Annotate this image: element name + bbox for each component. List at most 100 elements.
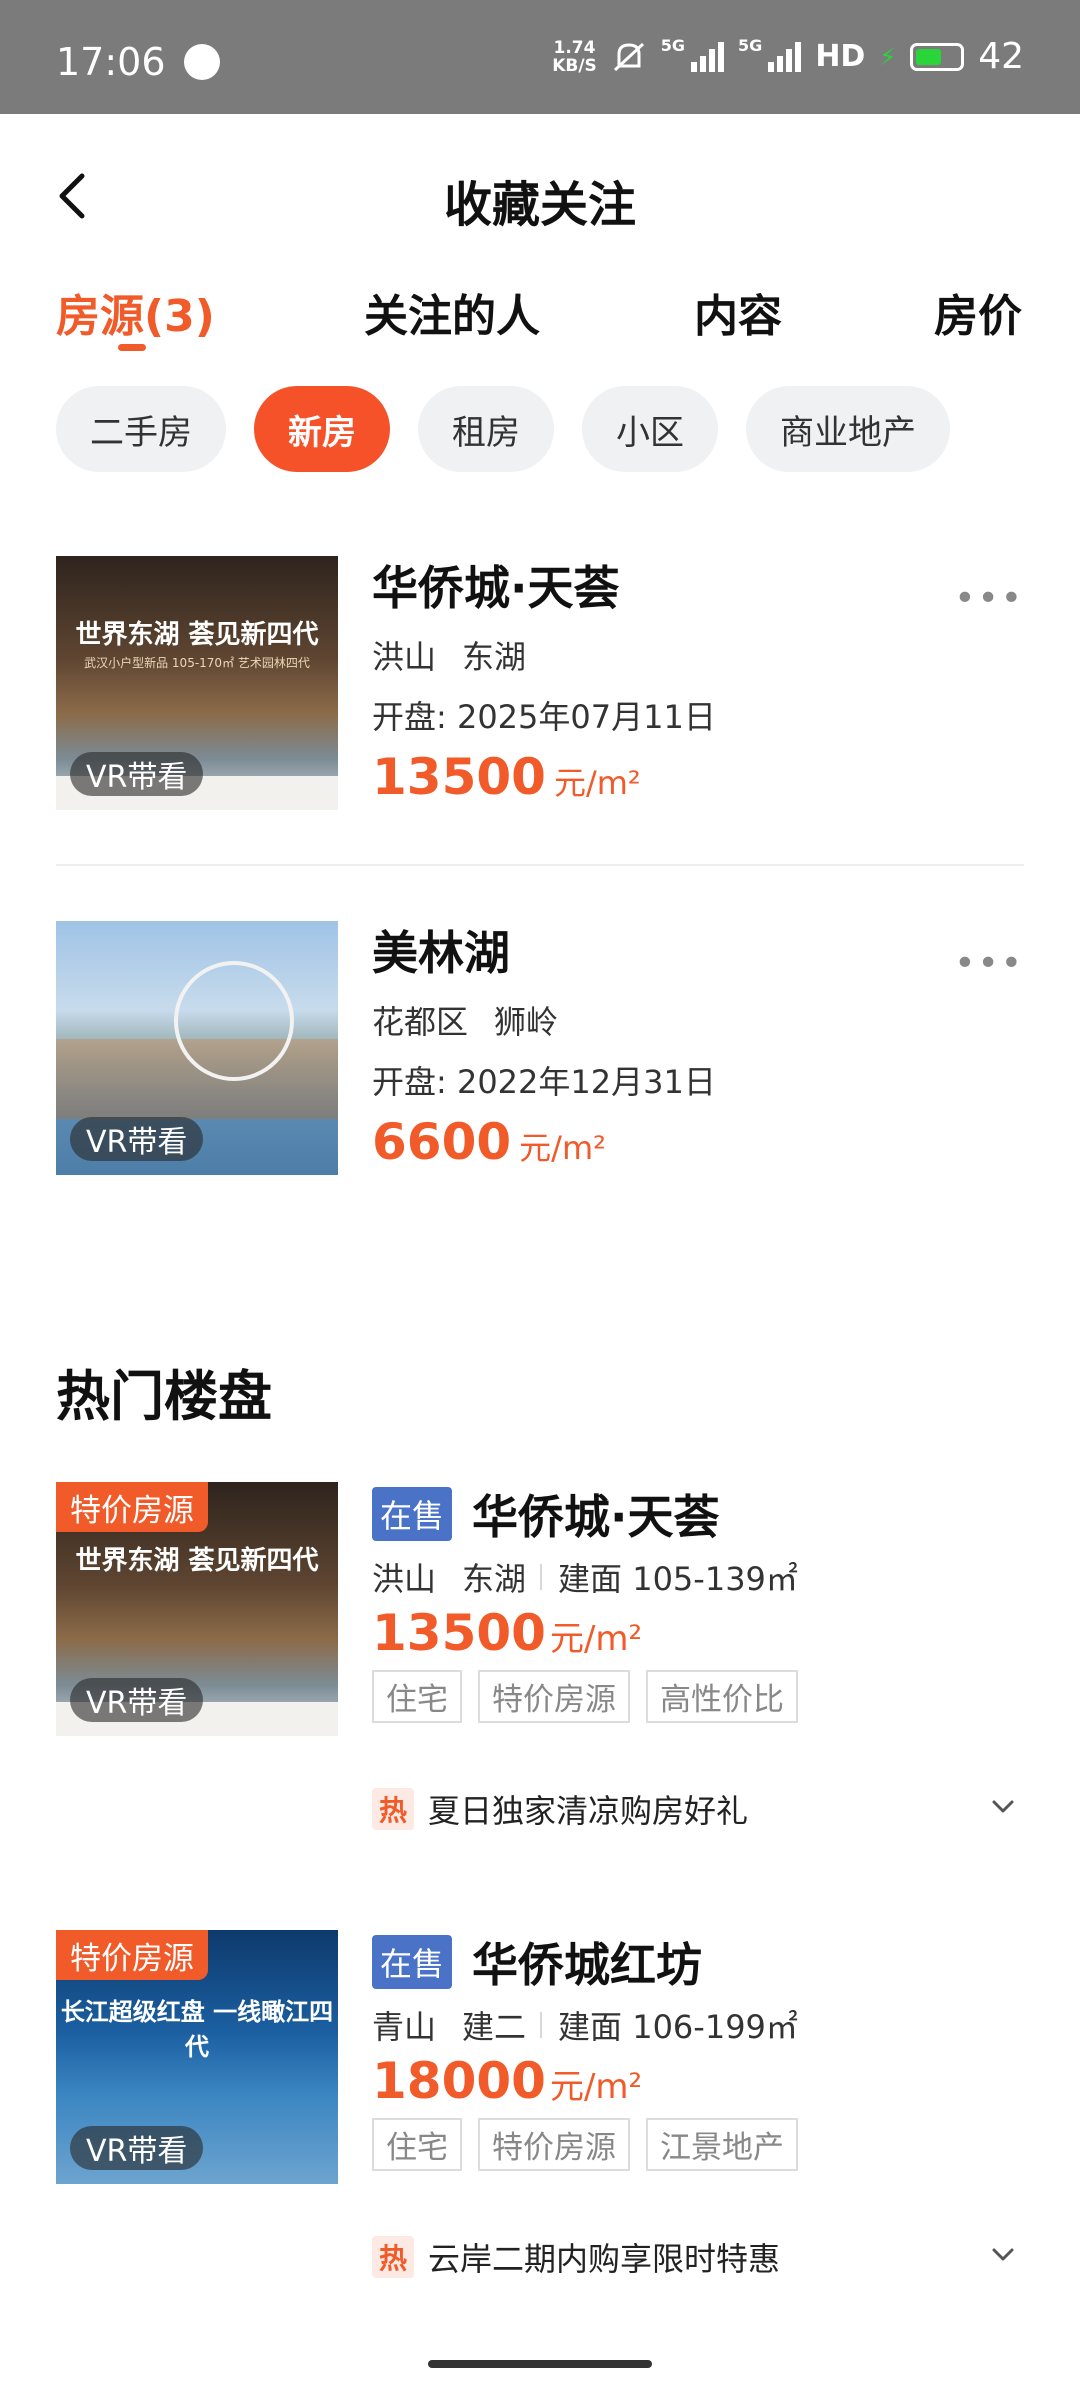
listing-tag: 特价房源 (478, 2118, 630, 2171)
hot-listing-item[interactable]: 长江超级红盘 一线瞰江四代 特价房源 VR带看 在售 华侨城红坊 青山 建二 建… (56, 1930, 1024, 2350)
price-value: 13500 (372, 748, 546, 806)
listing-name: 华侨城·天荟 (472, 1490, 720, 1544)
listing-info: 华侨城·天荟 洪山 东湖 开盘: 2025年07月11日 13500 元/m² (372, 556, 1024, 806)
vr-tour-badge[interactable]: VR带看 (70, 1678, 204, 1722)
page-title: 收藏关注 (443, 177, 636, 233)
listing-name: 华侨城·天荟 (372, 561, 620, 615)
filter-new-home[interactable]: 新房 (254, 386, 390, 472)
filter-commercial[interactable]: 商业地产 (746, 386, 950, 472)
list-divider (56, 864, 1024, 866)
listing-title-row: 在售 华侨城红坊 (372, 1930, 1024, 1994)
hot-icon: 热 (372, 1788, 414, 1830)
active-tab-indicator (118, 344, 146, 351)
thumbnail-slogan: 世界东湖 荟见新四代 (75, 1546, 319, 1576)
location-separator (540, 1564, 543, 1590)
price-value: 18000 (372, 2052, 546, 2110)
chevron-down-icon[interactable] (990, 1794, 1016, 1820)
listing-name: 美林湖 (372, 926, 510, 980)
listing-area: 狮岭 (494, 1003, 559, 1041)
favorite-item[interactable]: 世界东湖 荟见新四代 武汉小户型新品 105-170㎡ 艺术园林四代 VR带看 … (56, 556, 1024, 810)
promotion-text: 云岸二期内购享限时特惠 (428, 2240, 781, 2278)
charging-icon: ⚡ (879, 42, 897, 71)
price-unit: 元/m² (519, 1129, 606, 1167)
status-time: 17:06 (56, 40, 166, 84)
battery-icon (910, 42, 965, 71)
signal2-icon (768, 41, 802, 72)
status-icons: 1.74 KB/S 5G 5G HD ⚡ 42 (552, 36, 1024, 77)
listing-location: 洪山 东湖 建面 105-139㎡ (372, 1554, 1024, 1600)
signal2-label: 5G (738, 36, 763, 55)
location-separator (540, 2012, 543, 2038)
listing-thumbnail[interactable]: 长江超级红盘 一线瞰江四代 特价房源 VR带看 (56, 1930, 338, 2184)
filter-community[interactable]: 小区 (582, 386, 718, 472)
listing-price: 6600 元/m² (372, 1113, 1024, 1171)
sale-status-tag: 在售 (372, 1487, 453, 1541)
listing-district: 青山 (372, 2008, 437, 2046)
listing-size: 建面 105-139㎡ (558, 1560, 798, 1598)
hot-listing-item[interactable]: 世界东湖 荟见新四代 特价房源 VR带看 在售 华侨城·天荟 洪山 东湖 建面 … (56, 1482, 1024, 1902)
listing-tag: 高性价比 (646, 1670, 798, 1723)
price-value: 13500 (372, 1604, 546, 1662)
net-speed-value: 1.74 (553, 37, 596, 58)
signal1-icon (691, 41, 725, 72)
vr-tour-badge[interactable]: VR带看 (70, 752, 204, 796)
listing-location: 青山 建二 建面 106-199㎡ (372, 2002, 1024, 2048)
home-indicator[interactable] (428, 2360, 652, 2368)
listing-district: 洪山 (372, 1560, 437, 1598)
filter-second-hand[interactable]: 二手房 (56, 386, 226, 472)
chevron-down-icon[interactable] (990, 2242, 1016, 2268)
listing-location: 花都区 狮岭 (372, 997, 1024, 1043)
more-options-icon[interactable]: ••• (954, 578, 1024, 619)
special-offer-badge: 特价房源 (56, 1482, 208, 1532)
sale-status-tag: 在售 (372, 1935, 453, 1989)
listing-open-date: 开盘: 2022年12月31日 (372, 1063, 716, 1101)
signal1-label: 5G (660, 36, 686, 55)
promotion-text: 夏日独家清凉购房好礼 (428, 1792, 749, 1830)
listing-info: 在售 华侨城·天荟 洪山 东湖 建面 105-139㎡ 13500 元/m² 住宅… (372, 1482, 1024, 1723)
listing-price: 13500 元/m² (372, 748, 1024, 806)
price-unit: 元/m² (549, 2067, 643, 2107)
net-speed: 1.74 KB/S (552, 39, 597, 75)
net-speed-unit: KB/S (552, 55, 597, 76)
tab-house-price[interactable]: 房价 (934, 280, 1022, 344)
price-unit: 元/m² (553, 764, 641, 802)
tab-content[interactable]: 内容 (694, 280, 782, 344)
hd-label: HD (815, 39, 866, 74)
listing-name: 华侨城红坊 (472, 1938, 703, 1992)
listing-info: 在售 华侨城红坊 青山 建二 建面 106-199㎡ 18000 元/m² 住宅 … (372, 1930, 1024, 2171)
thumbnail-slogan: 世界东湖 荟见新四代 (75, 620, 319, 650)
price-unit: 元/m² (549, 1619, 643, 1659)
more-options-icon[interactable]: ••• (954, 943, 1024, 984)
thumbnail-slogan: 长江超级红盘 一线瞰江四代 (60, 1998, 334, 2061)
listing-thumbnail[interactable]: 世界东湖 荟见新四代 特价房源 VR带看 (56, 1482, 338, 1736)
listing-title-row: 在售 华侨城·天荟 (372, 1482, 1024, 1546)
listing-price: 18000 元/m² (372, 2052, 1024, 2110)
vr-tour-badge[interactable]: VR带看 (70, 1117, 204, 1161)
notification-dot-icon (184, 44, 220, 80)
listing-area: 建二 (462, 2008, 527, 2046)
promotion-row[interactable]: 热 夏日独家清凉购房好礼 (372, 1786, 1024, 1832)
battery-level: 42 (978, 36, 1024, 77)
promotion-row[interactable]: 热 云岸二期内购享限时特惠 (372, 2234, 1024, 2280)
listing-thumbnail[interactable]: VR带看 (56, 921, 338, 1175)
listing-tag: 特价房源 (478, 1670, 630, 1723)
tab-followed-people[interactable]: 关注的人 (364, 280, 540, 344)
favorite-item[interactable]: VR带看 美林湖 花都区 狮岭 开盘: 2022年12月31日 6600 元/m² … (56, 921, 1024, 1175)
listing-tag: 住宅 (372, 2118, 462, 2171)
listing-size: 建面 106-199㎡ (558, 2008, 798, 2046)
listing-district: 洪山 (372, 638, 437, 676)
listing-price: 13500 元/m² (372, 1604, 1024, 1662)
filter-rental[interactable]: 租房 (418, 386, 554, 472)
listing-info: 美林湖 花都区 狮岭 开盘: 2022年12月31日 6600 元/m² (372, 921, 1024, 1171)
thumbnail-subtext: 武汉小户型新品 105-170㎡ 艺术园林四代 (84, 656, 310, 670)
tab-listings[interactable]: 房源(3) (56, 280, 215, 344)
listing-tags: 住宅 特价房源 高性价比 (372, 1670, 1024, 1723)
listing-tag: 江景地产 (646, 2118, 798, 2171)
hot-icon: 热 (372, 2236, 414, 2278)
listing-thumbnail[interactable]: 世界东湖 荟见新四代 武汉小户型新品 105-170㎡ 艺术园林四代 VR带看 (56, 556, 338, 810)
filter-chips: 二手房 新房 租房 小区 商业地产 (56, 386, 950, 472)
vr-tour-badge[interactable]: VR带看 (70, 2126, 204, 2170)
price-value: 6600 (372, 1113, 512, 1171)
listing-open-date: 开盘: 2025年07月11日 (372, 698, 716, 736)
status-bar: 17:06 1.74 KB/S 5G 5G HD ⚡ 42 (0, 0, 1080, 114)
